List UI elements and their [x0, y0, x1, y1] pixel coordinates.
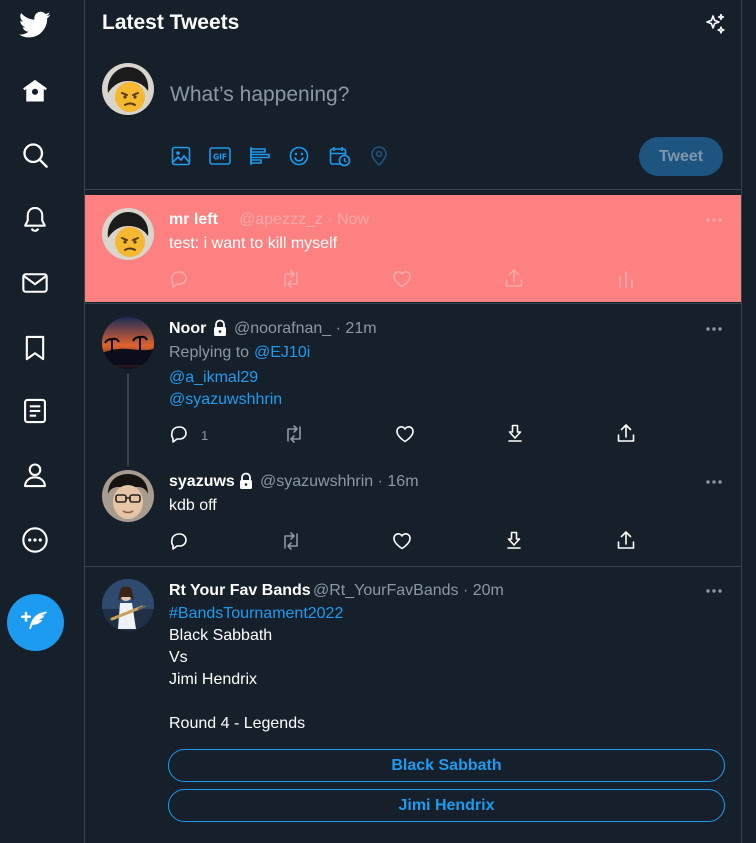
compose-input[interactable]: [170, 80, 620, 110]
poll-icon[interactable]: [249, 146, 271, 166]
tweet-text-line: Black Sabbath: [169, 627, 273, 644]
hashtag-link[interactable]: #BandsTournament2022: [169, 605, 343, 623]
share-icon[interactable]: [504, 268, 524, 288]
timeline-header: Latest Tweets: [85, 0, 741, 50]
more-options-icon[interactable]: [705, 479, 723, 485]
sparkle-icon[interactable]: [703, 12, 727, 36]
poll-option-1[interactable]: Black Sabbath: [168, 749, 725, 782]
sidebar-nav: [0, 0, 85, 843]
compose-tweet-icon: [20, 611, 47, 629]
retweet-icon[interactable]: [280, 269, 302, 289]
bookmarks-icon[interactable]: [11, 324, 59, 372]
gif-icon[interactable]: GIF: [209, 146, 231, 166]
download-icon[interactable]: [504, 530, 524, 550]
share-icon[interactable]: [616, 423, 636, 443]
tweet-handle-time[interactable]: @Rt_YourFavBands · 20m: [313, 582, 504, 600]
tweet-author-name[interactable]: syazuws: [169, 473, 235, 491]
avatar[interactable]: [102, 63, 154, 115]
thread-line: [127, 374, 129, 466]
main-timeline: Latest Tweets GIF: [85, 0, 742, 843]
messages-icon[interactable]: [11, 259, 59, 307]
media-icon[interactable]: [171, 146, 191, 166]
explore-icon[interactable]: [11, 131, 59, 179]
poll-option-2[interactable]: Jimi Hendrix: [168, 789, 725, 822]
retweet-icon[interactable]: [280, 531, 302, 551]
mention-link[interactable]: @a_ikmal29: [169, 369, 258, 387]
more-options-icon[interactable]: [705, 217, 723, 223]
retweet-icon[interactable]: [283, 424, 305, 444]
more-options-icon[interactable]: [705, 326, 723, 332]
lock-icon: [211, 319, 229, 337]
tweet-text-line: Round 4 - Legends: [169, 715, 306, 732]
replying-to-link[interactable]: @EJ10i: [254, 344, 310, 362]
tweet-author-name[interactable]: Noor: [169, 320, 206, 338]
avatar[interactable]: [102, 208, 154, 260]
divider: [85, 189, 741, 190]
tweet-text-line: Vs: [169, 649, 188, 666]
twitter-logo-icon[interactable]: [11, 1, 59, 49]
tweet-highlighted[interactable]: mr left @apezzz_z · Now test: i want to …: [85, 195, 741, 302]
reply-count: 1: [201, 428, 209, 443]
replying-to-label: Replying to: [169, 344, 250, 361]
tweet-handle-time[interactable]: @noorafnan_ · 21m: [234, 320, 377, 338]
download-icon[interactable]: [505, 423, 525, 443]
tweet[interactable]: Rt Your Fav Bands @Rt_YourFavBands · 20m…: [85, 567, 741, 843]
avatar[interactable]: [102, 579, 154, 631]
like-icon[interactable]: [392, 531, 412, 551]
avatar[interactable]: [102, 470, 154, 522]
tweet-handle-time[interactable]: @syazuwshhrin · 16m: [260, 473, 419, 491]
like-icon[interactable]: [392, 269, 412, 289]
location-icon[interactable]: [370, 146, 388, 166]
lock-icon: [237, 472, 255, 490]
reply-icon[interactable]: [169, 269, 189, 289]
compose-tweet-button[interactable]: [7, 594, 64, 651]
emoji-icon[interactable]: [289, 146, 309, 166]
tweet-handle-time[interactable]: @apezzz_z · Now: [239, 211, 369, 229]
tweet-button[interactable]: Tweet: [639, 137, 723, 176]
tweet-text: kdb off: [169, 497, 217, 514]
avatar[interactable]: [102, 317, 154, 369]
profile-icon[interactable]: [11, 451, 59, 499]
lists-icon[interactable]: [11, 387, 59, 435]
like-icon[interactable]: [395, 424, 415, 444]
schedule-icon[interactable]: [329, 146, 351, 167]
more-options-icon[interactable]: [705, 588, 723, 594]
analytics-icon[interactable]: [616, 269, 636, 289]
tweet-author-name[interactable]: mr left: [169, 211, 218, 229]
tweet-text-line: Jimi Hendrix: [169, 671, 258, 688]
share-icon[interactable]: [616, 530, 636, 550]
home-icon[interactable]: [11, 67, 59, 115]
svg-text:GIF: GIF: [213, 153, 227, 162]
reply-icon[interactable]: [169, 531, 189, 551]
tweet-author-name[interactable]: Rt Your Fav Bands: [169, 582, 311, 600]
page-title: Latest Tweets: [102, 11, 240, 34]
tweet-text: test: i want to kill myself: [169, 235, 338, 252]
mention-link[interactable]: @syazuwshhrin: [169, 391, 282, 409]
reply-icon[interactable]: [169, 424, 189, 444]
tweet[interactable]: Noor @noorafnan_ · 21m Replying to @EJ10…: [85, 304, 741, 466]
more-icon[interactable]: [11, 516, 59, 564]
notifications-icon[interactable]: [11, 195, 59, 243]
tweet[interactable]: syazuws @syazuwshhrin · 16m kdb off: [85, 456, 741, 566]
